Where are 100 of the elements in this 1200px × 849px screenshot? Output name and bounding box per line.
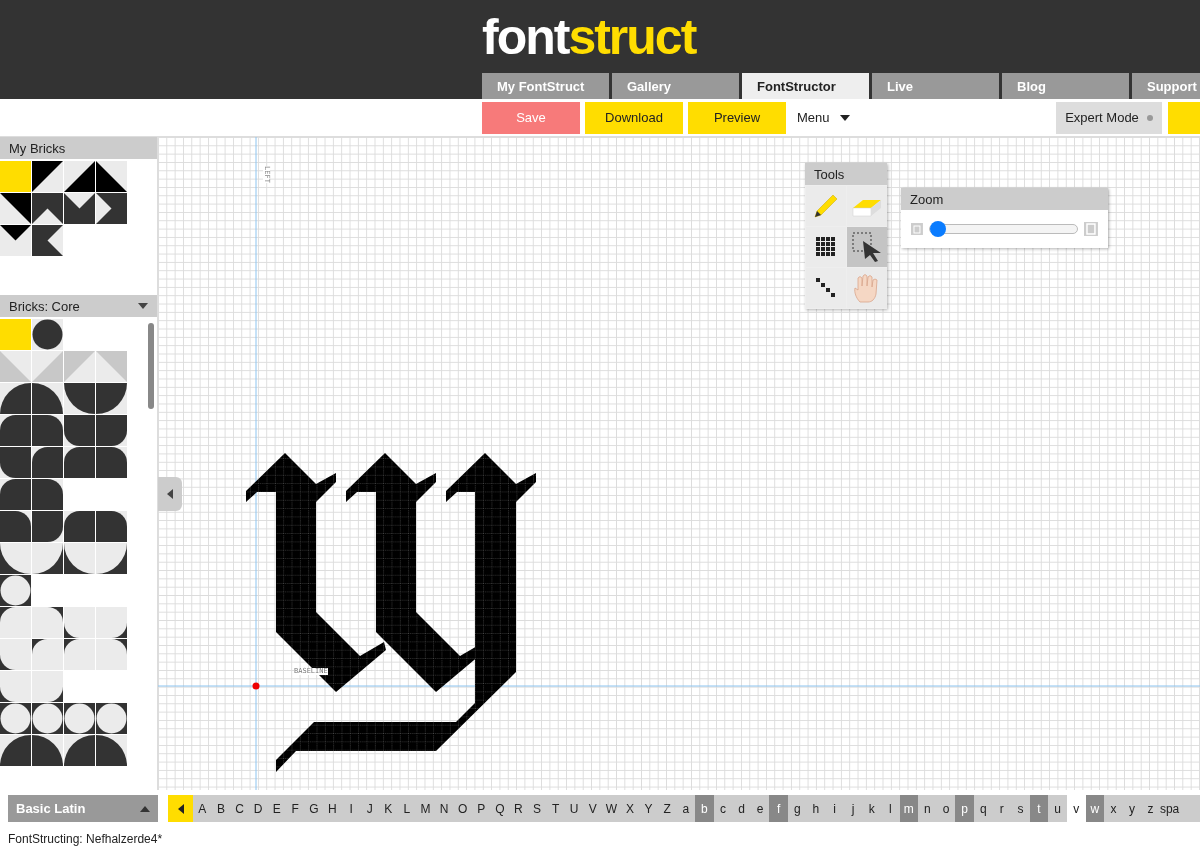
brick-button[interactable]	[64, 415, 95, 446]
brick-button[interactable]	[0, 383, 31, 414]
toolbar-button[interactable]: Preview	[688, 101, 786, 134]
glyph-tab[interactable]: V	[583, 795, 603, 822]
glyph-tab[interactable]: I	[341, 795, 361, 822]
glyph-tab[interactable]: g	[788, 795, 807, 822]
glyph-tab[interactable]: m	[899, 795, 919, 822]
brick-button[interactable]	[0, 479, 31, 510]
brick-button[interactable]	[64, 511, 95, 542]
brick-button[interactable]	[64, 383, 95, 414]
glyph-tab[interactable]: y	[1122, 795, 1142, 822]
glyph-tab[interactable]: f	[769, 795, 788, 822]
glyph-tab[interactable]: Z	[657, 795, 677, 822]
brick-button[interactable]	[0, 639, 31, 670]
glyph-tab[interactable]: B	[211, 795, 231, 822]
glyph-tab[interactable]: A	[193, 795, 212, 822]
glyph-tab[interactable]: n	[918, 795, 937, 822]
nav-tab[interactable]: FontStructor	[742, 73, 869, 99]
glyph-tab[interactable]: N	[434, 795, 454, 822]
glyph-tab[interactable]: i	[825, 795, 844, 822]
brick-button[interactable]	[0, 607, 31, 638]
brick-button[interactable]	[0, 193, 31, 224]
brick-button[interactable]	[96, 415, 127, 446]
expert-mode-button[interactable]: Expert Mode	[1056, 101, 1162, 134]
glyph-tab[interactable]: T	[546, 795, 565, 822]
glyph-tab[interactable]: s	[1011, 795, 1030, 822]
glyph-tab[interactable]: J	[360, 795, 379, 822]
glyph-tab[interactable]: d	[732, 795, 751, 822]
brick-button[interactable]	[96, 639, 127, 670]
glyph-tab[interactable]: l	[880, 795, 900, 822]
glyph-tab[interactable]: W	[602, 795, 621, 822]
brick-button[interactable]	[32, 671, 63, 702]
brick-button[interactable]	[32, 383, 63, 414]
glyph-tab[interactable]: z	[1141, 795, 1160, 822]
brick-button[interactable]	[96, 543, 127, 574]
brick-button[interactable]	[0, 671, 31, 702]
glyph-tab[interactable]: X	[620, 795, 640, 822]
brick-button[interactable]	[96, 383, 127, 414]
brick-button[interactable]	[64, 193, 95, 224]
glyph-tab[interactable]: D	[248, 795, 268, 822]
glyph-tab[interactable]: u	[1048, 795, 1067, 822]
brick-button[interactable]	[32, 447, 63, 478]
slider-thumb[interactable]	[929, 221, 946, 237]
glyph-tab[interactable]: O	[453, 795, 472, 822]
glyph-tab[interactable]: k	[862, 795, 881, 822]
previous-button[interactable]	[168, 795, 193, 822]
brick-button[interactable]	[0, 735, 31, 766]
brick-button[interactable]	[32, 225, 63, 256]
brick-button[interactable]	[0, 447, 31, 478]
brick-button[interactable]	[32, 415, 63, 446]
glyph-tab[interactable]: v	[1066, 795, 1086, 822]
brick-button[interactable]	[0, 575, 31, 606]
brick-button[interactable]	[96, 607, 127, 638]
collapse-handle[interactable]	[158, 477, 182, 511]
glyph-tab[interactable]: r	[992, 795, 1012, 822]
glyph-tab[interactable]: c	[713, 795, 733, 822]
brick-button[interactable]	[0, 511, 31, 542]
zoom-slider[interactable]	[928, 224, 1079, 234]
glyph-tab[interactable]: H	[323, 795, 342, 822]
glyph-tab[interactable]: G	[304, 795, 324, 822]
brick-button[interactable]	[32, 161, 63, 192]
brick-button[interactable]	[96, 735, 127, 766]
brick-button[interactable]	[32, 703, 63, 734]
brick-button[interactable]	[64, 543, 95, 574]
glyph-tab[interactable]: K	[378, 795, 398, 822]
scrollbar[interactable]	[148, 323, 154, 409]
glyph-tab[interactable]: Y	[639, 795, 658, 822]
glyph-tab[interactable]: P	[471, 795, 491, 822]
glyph-tab[interactable]: j	[843, 795, 863, 822]
brick-button[interactable]	[96, 193, 127, 224]
brick-button[interactable]	[0, 415, 31, 446]
glyph-tab[interactable]: b	[695, 795, 714, 822]
toolbar-button[interactable]: Download	[585, 101, 683, 134]
brick-button[interactable]	[64, 607, 95, 638]
brick-button[interactable]	[32, 735, 63, 766]
brick-button[interactable]	[64, 447, 95, 478]
glyph-tab[interactable]: o	[936, 795, 956, 822]
brick-button[interactable]	[32, 607, 63, 638]
brick-button[interactable]	[32, 193, 63, 224]
brick-button[interactable]	[64, 703, 95, 734]
glyph-tab[interactable]: L	[397, 795, 417, 822]
brick-button[interactable]	[0, 225, 31, 256]
glyph-tab[interactable]: M	[416, 795, 435, 822]
brick-button[interactable]	[0, 543, 31, 574]
brick-button[interactable]	[96, 511, 127, 542]
glyph-tab[interactable]: F	[285, 795, 305, 822]
glyph-tab[interactable]: a	[676, 795, 696, 822]
glyph-tab[interactable]: Q	[490, 795, 510, 822]
glyph-tab[interactable]: C	[230, 795, 249, 822]
glyph-tab[interactable]: E	[267, 795, 286, 822]
brick-button[interactable]	[0, 703, 31, 734]
glyph-tab[interactable]: q	[973, 795, 993, 822]
brick-button[interactable]	[64, 161, 95, 192]
glyph-tab[interactable]: t	[1029, 795, 1049, 822]
glyph-tab[interactable]: U	[564, 795, 584, 822]
glyph-tab[interactable]: p	[955, 795, 974, 822]
brick-button[interactable]	[32, 639, 63, 670]
glyph-tab[interactable]: e	[750, 795, 770, 822]
glyph-tab[interactable]: h	[806, 795, 826, 822]
brick-button[interactable]	[32, 319, 63, 350]
